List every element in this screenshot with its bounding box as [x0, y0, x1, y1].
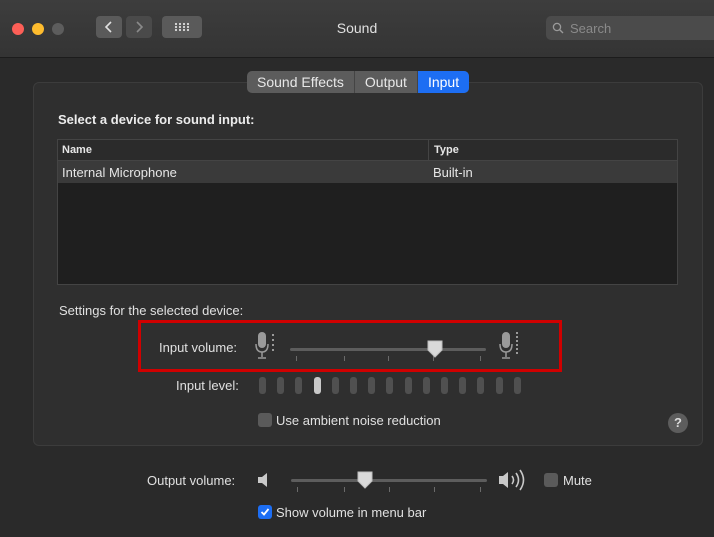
search-icon	[552, 22, 564, 34]
level-segment	[495, 377, 503, 394]
device-type-cell: Built-in	[433, 165, 473, 180]
output-volume-slider-thumb[interactable]	[357, 471, 373, 489]
level-segment	[459, 377, 467, 394]
output-volume-ticks	[291, 487, 487, 493]
search-input[interactable]	[568, 19, 698, 37]
input-volume-ticks	[290, 356, 486, 362]
ambient-noise-label: Use ambient noise reduction	[276, 413, 441, 428]
microphone-low-icon	[255, 332, 274, 359]
settings-heading: Settings for the selected device:	[59, 303, 244, 318]
level-segment	[477, 377, 485, 394]
column-header-name[interactable]: Name	[62, 144, 92, 156]
table-header: Name Type	[58, 140, 677, 161]
device-name-cell: Internal Microphone	[62, 165, 177, 180]
level-segment	[422, 377, 430, 394]
show-volume-menubar-label: Show volume in menu bar	[276, 505, 427, 520]
level-segment	[331, 377, 339, 394]
mute-checkbox[interactable]	[544, 473, 558, 487]
output-volume-track[interactable]	[291, 479, 487, 482]
tab-sound-effects[interactable]: Sound Effects	[247, 71, 355, 93]
level-segment	[386, 377, 394, 394]
column-header-type[interactable]: Type	[428, 140, 459, 160]
level-segment	[313, 377, 321, 394]
checkmark-icon	[260, 508, 270, 516]
level-segment	[441, 377, 448, 394]
show-volume-menubar-checkbox[interactable]	[258, 505, 272, 519]
tab-output[interactable]: Output	[355, 71, 418, 93]
level-segment	[404, 377, 412, 394]
level-segment	[277, 377, 285, 394]
tab-bar: Sound Effects Output Input	[247, 71, 470, 93]
input-level-label: Input level:	[176, 378, 239, 393]
input-volume-label: Input volume:	[159, 340, 238, 355]
speaker-high-icon	[499, 469, 525, 491]
help-button[interactable]: ?	[668, 413, 688, 433]
search-field[interactable]	[546, 16, 714, 40]
speaker-low-icon	[258, 473, 267, 487]
input-volume-track[interactable]	[290, 348, 486, 351]
level-segment	[368, 377, 376, 394]
level-segment	[350, 377, 357, 394]
device-table[interactable]: Name Type Internal Microphone Built-in	[57, 139, 678, 285]
microphone-high-icon	[499, 332, 518, 359]
mute-label: Mute	[563, 473, 592, 488]
input-volume-slider-thumb[interactable]	[427, 340, 443, 358]
output-volume-label: Output volume:	[147, 473, 236, 488]
title-bar: Sound	[0, 0, 714, 58]
select-device-heading: Select a device for sound input:	[58, 112, 255, 127]
tab-input[interactable]: Input	[417, 71, 470, 93]
level-segment	[259, 377, 266, 394]
level-segment	[513, 377, 521, 394]
table-row[interactable]: Internal Microphone Built-in	[58, 161, 677, 183]
level-segment	[295, 377, 303, 394]
ambient-noise-checkbox[interactable]	[258, 413, 272, 427]
